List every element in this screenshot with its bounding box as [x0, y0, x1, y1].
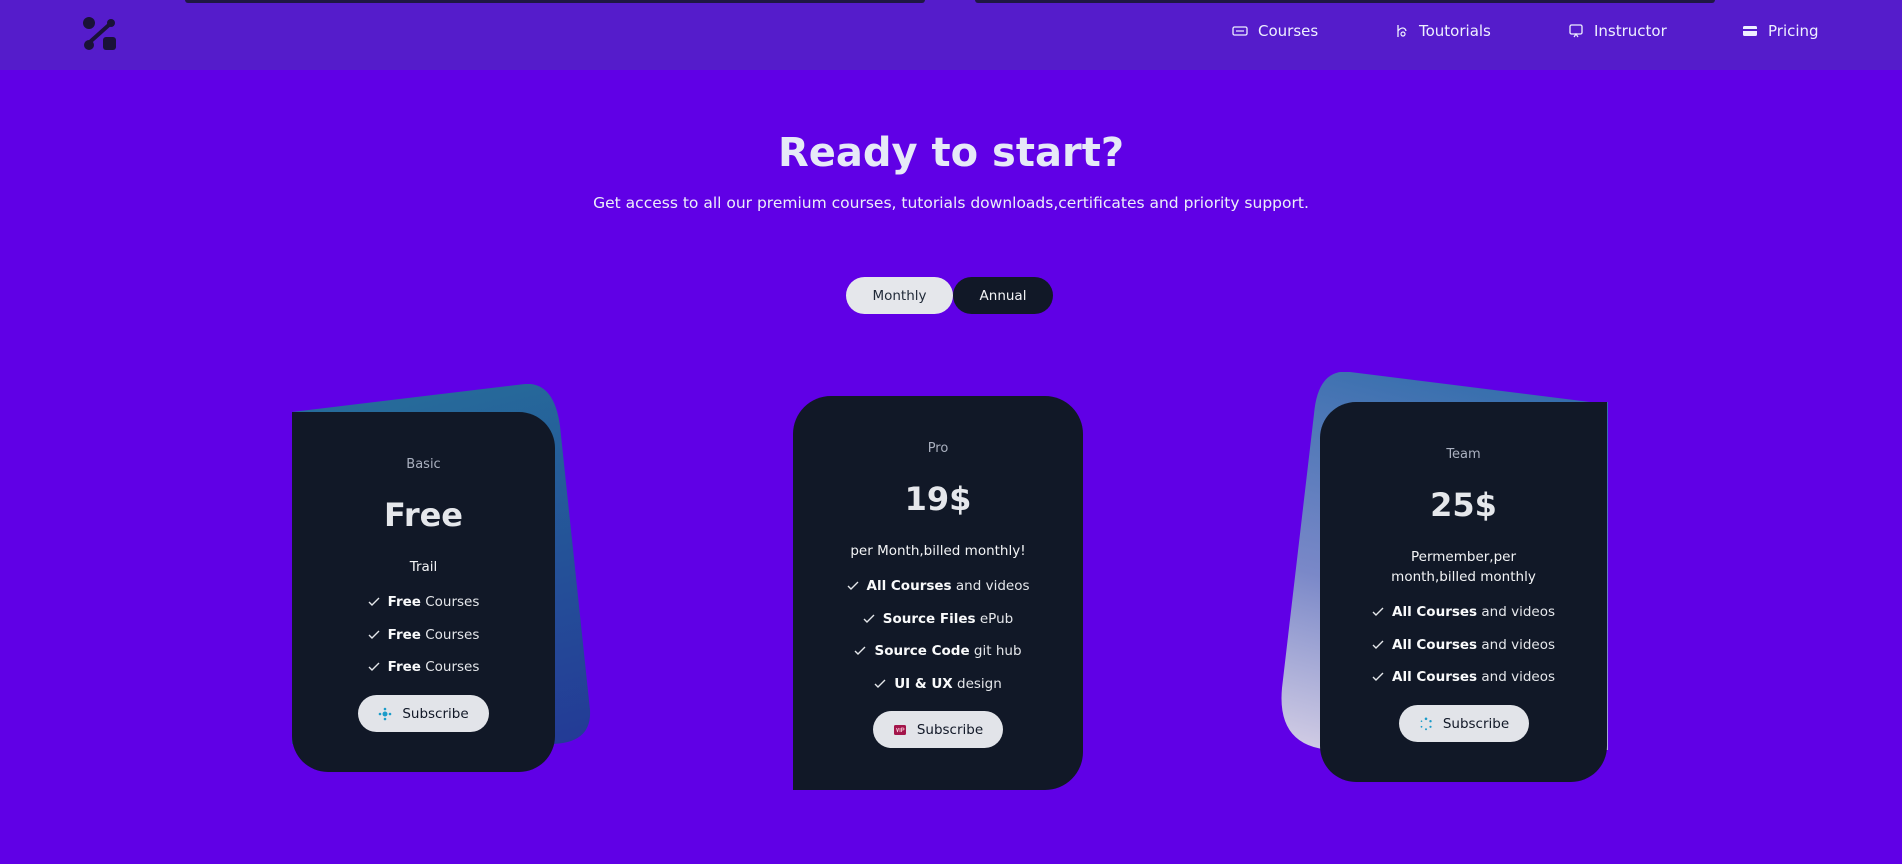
nav-instructor-label: Instructor [1594, 22, 1667, 40]
subscribe-button[interactable]: Subscribe [358, 695, 489, 732]
plan-price: 25$ [1430, 486, 1497, 524]
plan-description: Trail [409, 559, 438, 575]
plan-description: Permember,per month,billed monthly [1391, 549, 1536, 585]
check-icon [874, 679, 886, 688]
check-icon [1372, 640, 1384, 649]
plan-name: Pro [927, 441, 949, 456]
header-accent-strip [975, 0, 1715, 3]
nav-tutorials-label: Toutorials [1419, 22, 1491, 40]
subscribe-button[interactable]: Subscribe [1399, 705, 1529, 742]
vip-badge-icon [893, 724, 906, 735]
tutorial-icon [1397, 25, 1407, 37]
check-icon [1372, 672, 1384, 681]
feature-item: All Courses and videos [793, 578, 1083, 594]
feature-item: Free Courses [292, 659, 555, 675]
billing-annual-button[interactable]: Annual [953, 277, 1053, 314]
feature-item: All Courses and videos [1320, 669, 1607, 685]
feature-item: Free Courses [292, 627, 555, 643]
feature-item: All Courses and videos [1320, 604, 1607, 620]
page-title: Ready to start? [777, 130, 1125, 176]
check-icon [368, 662, 380, 671]
feature-item: Free Courses [292, 594, 555, 610]
plan-card-basic: Basic Free Trail Free Courses Free Cours… [292, 412, 555, 772]
billing-monthly-button[interactable]: Monthly [846, 277, 953, 314]
plan-name: Basic [406, 457, 441, 472]
nav-courses[interactable]: Courses [1232, 22, 1318, 40]
nav-pricing-label: Pricing [1768, 22, 1819, 40]
plan-card-pro: Pro 19$ per Month,billed monthly! All Co… [793, 396, 1083, 790]
plan-name: Team [1446, 447, 1481, 462]
check-icon [368, 630, 380, 639]
header-accent-strip [185, 0, 925, 3]
logo-icon[interactable] [82, 16, 118, 52]
check-icon [863, 614, 875, 623]
subscribe-button[interactable]: Subscribe [873, 711, 1003, 748]
keyboard-icon [1232, 26, 1248, 36]
plan-description: per Month,billed monthly! [850, 543, 1026, 559]
nav-instructor[interactable]: Instructor [1568, 22, 1667, 40]
feature-item: Source Files ePub [793, 611, 1083, 627]
credit-card-icon [1743, 26, 1757, 36]
nav-pricing[interactable]: Pricing [1742, 22, 1819, 40]
sparkle-icon [379, 707, 392, 720]
check-icon [368, 597, 380, 606]
plan-price: Free [384, 496, 463, 534]
feature-item: All Courses and videos [1320, 637, 1607, 653]
feature-item: UI & UX design [793, 676, 1083, 692]
loader-icon [1420, 717, 1432, 730]
monitor-icon [1569, 24, 1583, 38]
check-icon [847, 581, 858, 590]
page-subtitle: Get access to all our premium courses, t… [593, 194, 1309, 212]
check-icon [854, 646, 866, 655]
nav-tutorials[interactable]: Toutorials [1393, 22, 1491, 40]
check-icon [1372, 607, 1384, 616]
nav-courses-label: Courses [1258, 22, 1319, 40]
plan-card-team: Team 25$ Permember,per month,billed mont… [1320, 402, 1607, 782]
feature-item: Source Code git hub [793, 643, 1083, 659]
plan-price: 19$ [904, 480, 972, 518]
